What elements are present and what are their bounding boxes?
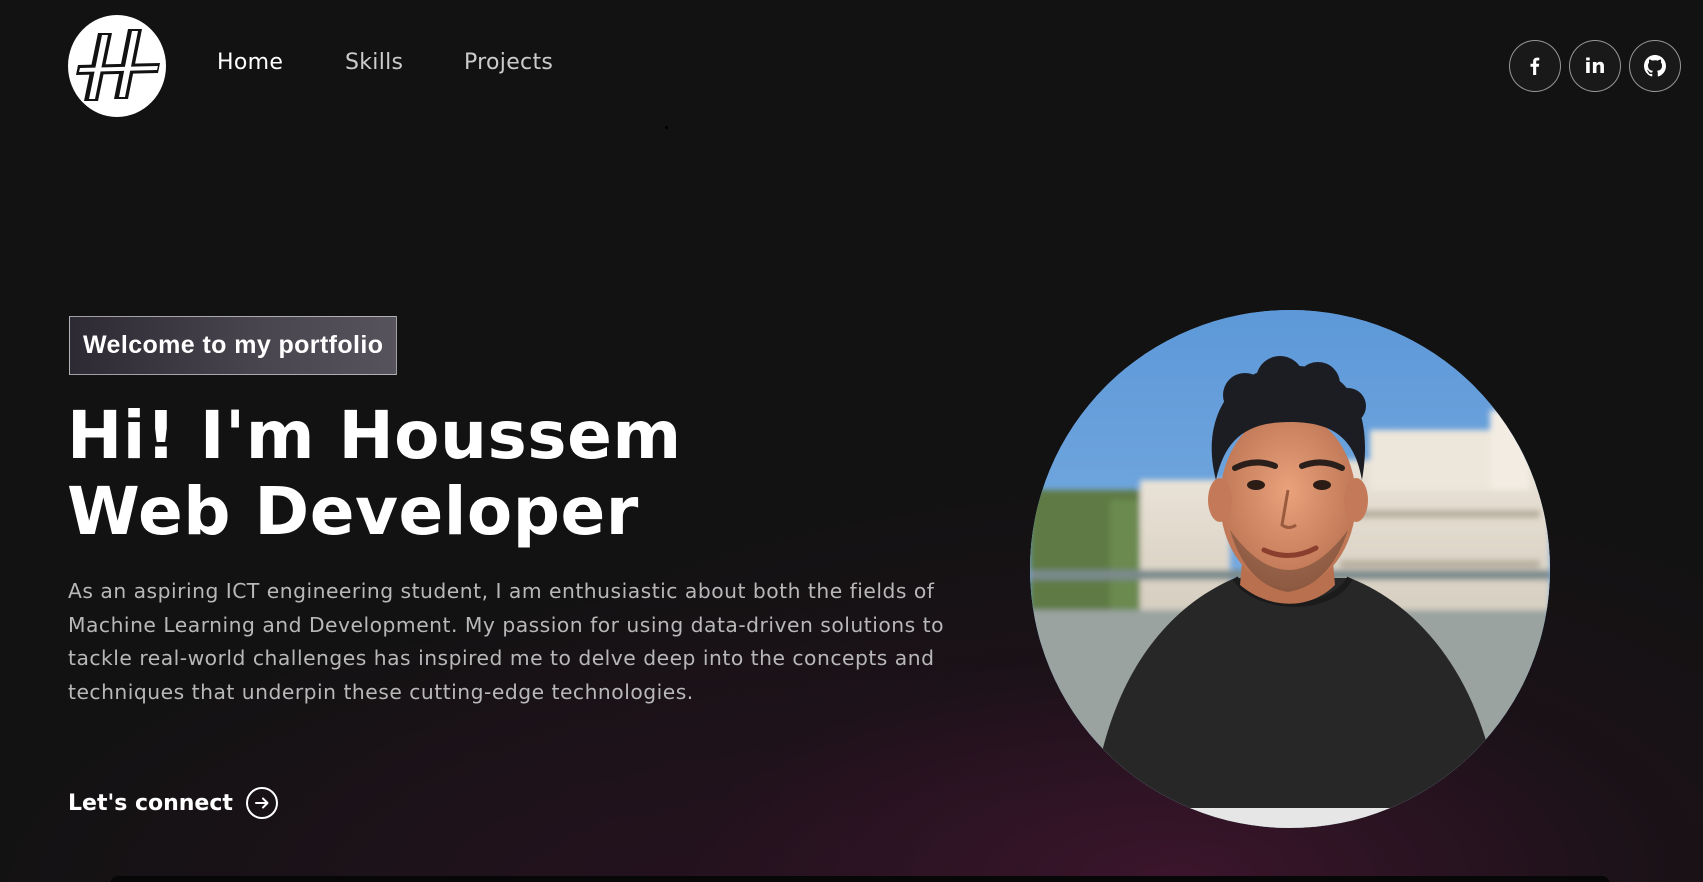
- github-button[interactable]: [1629, 40, 1681, 92]
- lets-connect-button[interactable]: Let's connect: [68, 785, 278, 821]
- arrow-right-circle-icon: [245, 787, 278, 819]
- navbar: Home Skills Projects in: [0, 0, 1703, 130]
- welcome-tagline: Welcome to my portfolio: [69, 316, 398, 375]
- monogram-h-logo-icon: [68, 15, 166, 117]
- github-icon: [1644, 55, 1666, 77]
- hero-bio: As an aspiring ICT engineering student, …: [68, 579, 944, 705]
- profile-photo: [1030, 310, 1550, 828]
- lets-connect-label: Let's connect: [68, 790, 233, 816]
- bottom-section-edge: [110, 876, 1610, 882]
- linkedin-button[interactable]: in: [1569, 40, 1621, 92]
- nav-link-projects[interactable]: Projects: [464, 50, 553, 75]
- logo[interactable]: [68, 15, 166, 117]
- linkedin-icon: in: [1584, 54, 1606, 78]
- profile-photo-illustration: [1030, 310, 1550, 828]
- portfolio-page: Home Skills Projects in Welcome to my po…: [0, 0, 1703, 882]
- nav-link-skills[interactable]: Skills: [345, 50, 403, 75]
- nav-link-home[interactable]: Home: [217, 50, 283, 75]
- facebook-icon: [1530, 57, 1540, 75]
- facebook-button[interactable]: [1509, 40, 1561, 92]
- headline-greeting: Hi! I'm Houssem: [67, 397, 682, 474]
- decorative-dot: [665, 126, 668, 129]
- hero-headline: Hi! I'm Houssem Web Developer: [67, 398, 827, 550]
- headline-role: Web Developer: [67, 473, 639, 550]
